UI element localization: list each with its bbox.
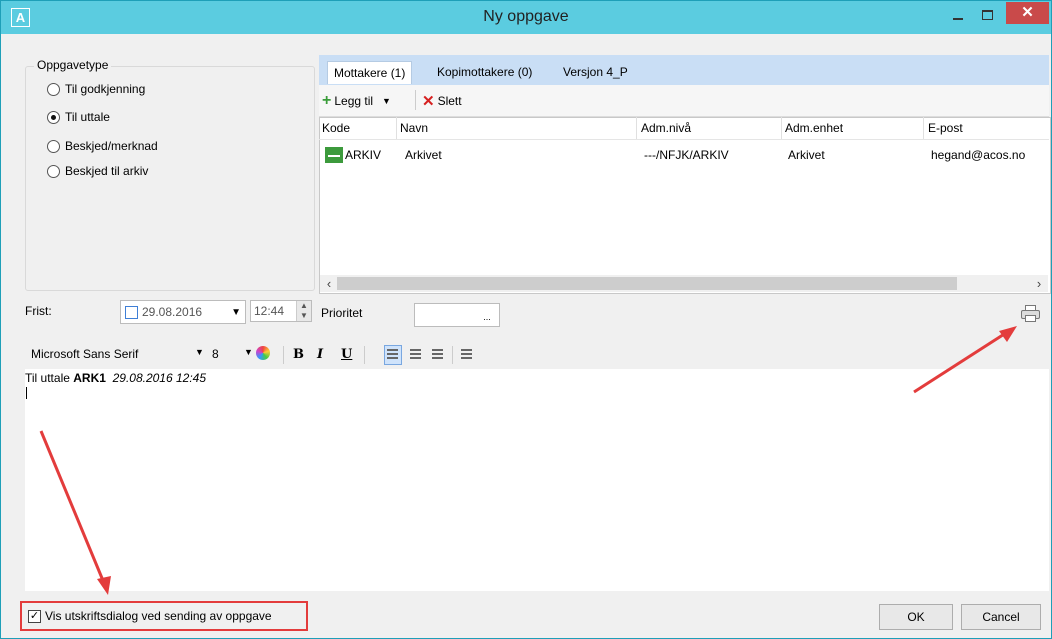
arrow-to-checkbox bbox=[39, 430, 106, 584]
arrowhead-checkbox bbox=[97, 576, 111, 595]
annotation-arrows bbox=[39, 326, 1017, 595]
arrow-to-printer bbox=[913, 329, 1010, 394]
arrowhead-printer bbox=[999, 326, 1017, 342]
dialog-window: A Ny oppgave ✕ Oppgavetype Til godkjenni… bbox=[0, 0, 1052, 639]
